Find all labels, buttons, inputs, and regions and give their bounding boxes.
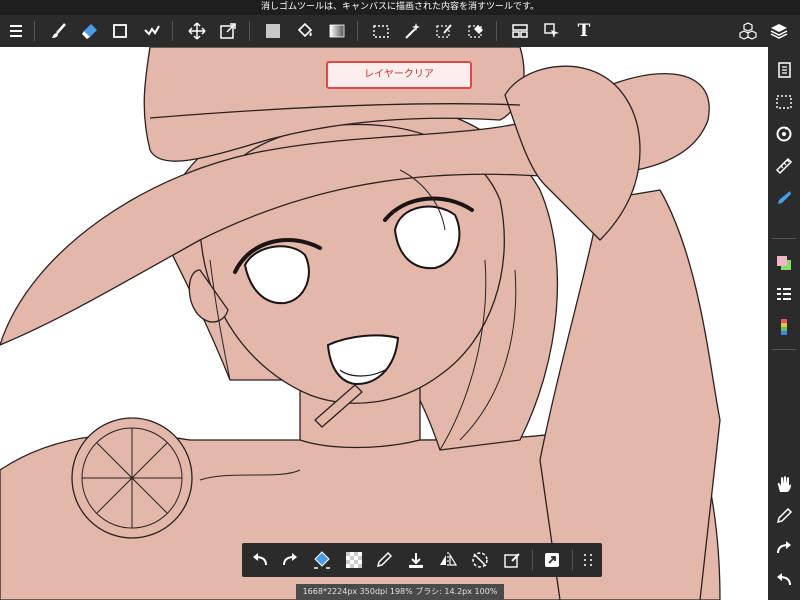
download-icon[interactable] — [402, 546, 430, 574]
move-icon[interactable] — [183, 15, 211, 47]
toolbar-divider — [34, 21, 35, 41]
transparent-icon[interactable] — [340, 546, 368, 574]
undo-icon[interactable] — [246, 546, 274, 574]
hand-icon[interactable] — [768, 469, 800, 499]
gradient-icon[interactable] — [323, 15, 351, 47]
expand-icon[interactable] — [538, 546, 566, 574]
layer-clear-button[interactable]: レイヤークリア — [326, 61, 472, 89]
pen-icon[interactable] — [768, 183, 800, 213]
illustration — [0, 47, 721, 600]
brush-icon[interactable] — [45, 15, 73, 47]
edit-icon[interactable] — [498, 546, 526, 574]
toolbar-divider — [496, 21, 497, 41]
material-icon[interactable] — [734, 15, 762, 47]
pages-icon[interactable] — [768, 55, 800, 85]
quick-action-bar — [242, 543, 602, 577]
eraser-icon[interactable] — [76, 15, 104, 47]
menu-icon[interactable] — [2, 15, 30, 47]
dot-icon[interactable] — [138, 15, 166, 47]
color-icon[interactable] — [768, 248, 800, 278]
select-icon[interactable] — [367, 15, 395, 47]
drawing-canvas[interactable] — [0, 47, 768, 600]
bar-divider — [532, 550, 533, 570]
sidebar-divider — [772, 238, 796, 239]
transform-icon[interactable] — [214, 15, 242, 47]
select-eraser-icon[interactable] — [462, 15, 490, 47]
fill-icon[interactable] — [308, 546, 336, 574]
pointer-icon[interactable] — [538, 15, 566, 47]
ruler-icon[interactable] — [768, 151, 800, 181]
eyedropper-icon[interactable] — [370, 546, 398, 574]
frame-icon[interactable] — [506, 15, 534, 47]
grid-icon[interactable] — [574, 546, 602, 574]
text-icon[interactable]: T — [570, 15, 598, 47]
layers-icon[interactable] — [765, 15, 793, 47]
palette-icon[interactable] — [768, 312, 800, 342]
fill-color-icon[interactable] — [259, 15, 287, 47]
bar-divider — [572, 550, 573, 570]
eyedropper-icon[interactable] — [768, 501, 800, 531]
redo-icon[interactable] — [768, 533, 800, 563]
rotate-icon[interactable] — [466, 546, 494, 574]
canvas-status: 1668*2224px 350dpi 198% ブラシ: 14.2px 100% — [296, 584, 504, 600]
rotate-icon[interactable] — [768, 119, 800, 149]
toolbar-divider — [357, 21, 358, 41]
tool-hint-bar: 消しゴムツールは、キャンバスに描画された内容を消すツールです。 — [0, 0, 800, 15]
toolbar-divider — [172, 21, 173, 41]
select-pen-icon[interactable] — [430, 15, 458, 47]
top-toolbar: T — [0, 15, 800, 47]
bucket-icon[interactable] — [291, 15, 319, 47]
flip-icon[interactable] — [434, 546, 462, 574]
selection-icon[interactable] — [768, 87, 800, 117]
right-sidebar — [768, 47, 800, 600]
redo-icon[interactable] — [276, 546, 304, 574]
undo-icon[interactable] — [768, 565, 800, 595]
shape-icon[interactable] — [106, 15, 134, 47]
toolbar-divider — [249, 21, 250, 41]
sidebar-divider — [772, 349, 796, 350]
layer-list-icon[interactable] — [768, 280, 800, 310]
magic-wand-icon[interactable] — [398, 15, 426, 47]
